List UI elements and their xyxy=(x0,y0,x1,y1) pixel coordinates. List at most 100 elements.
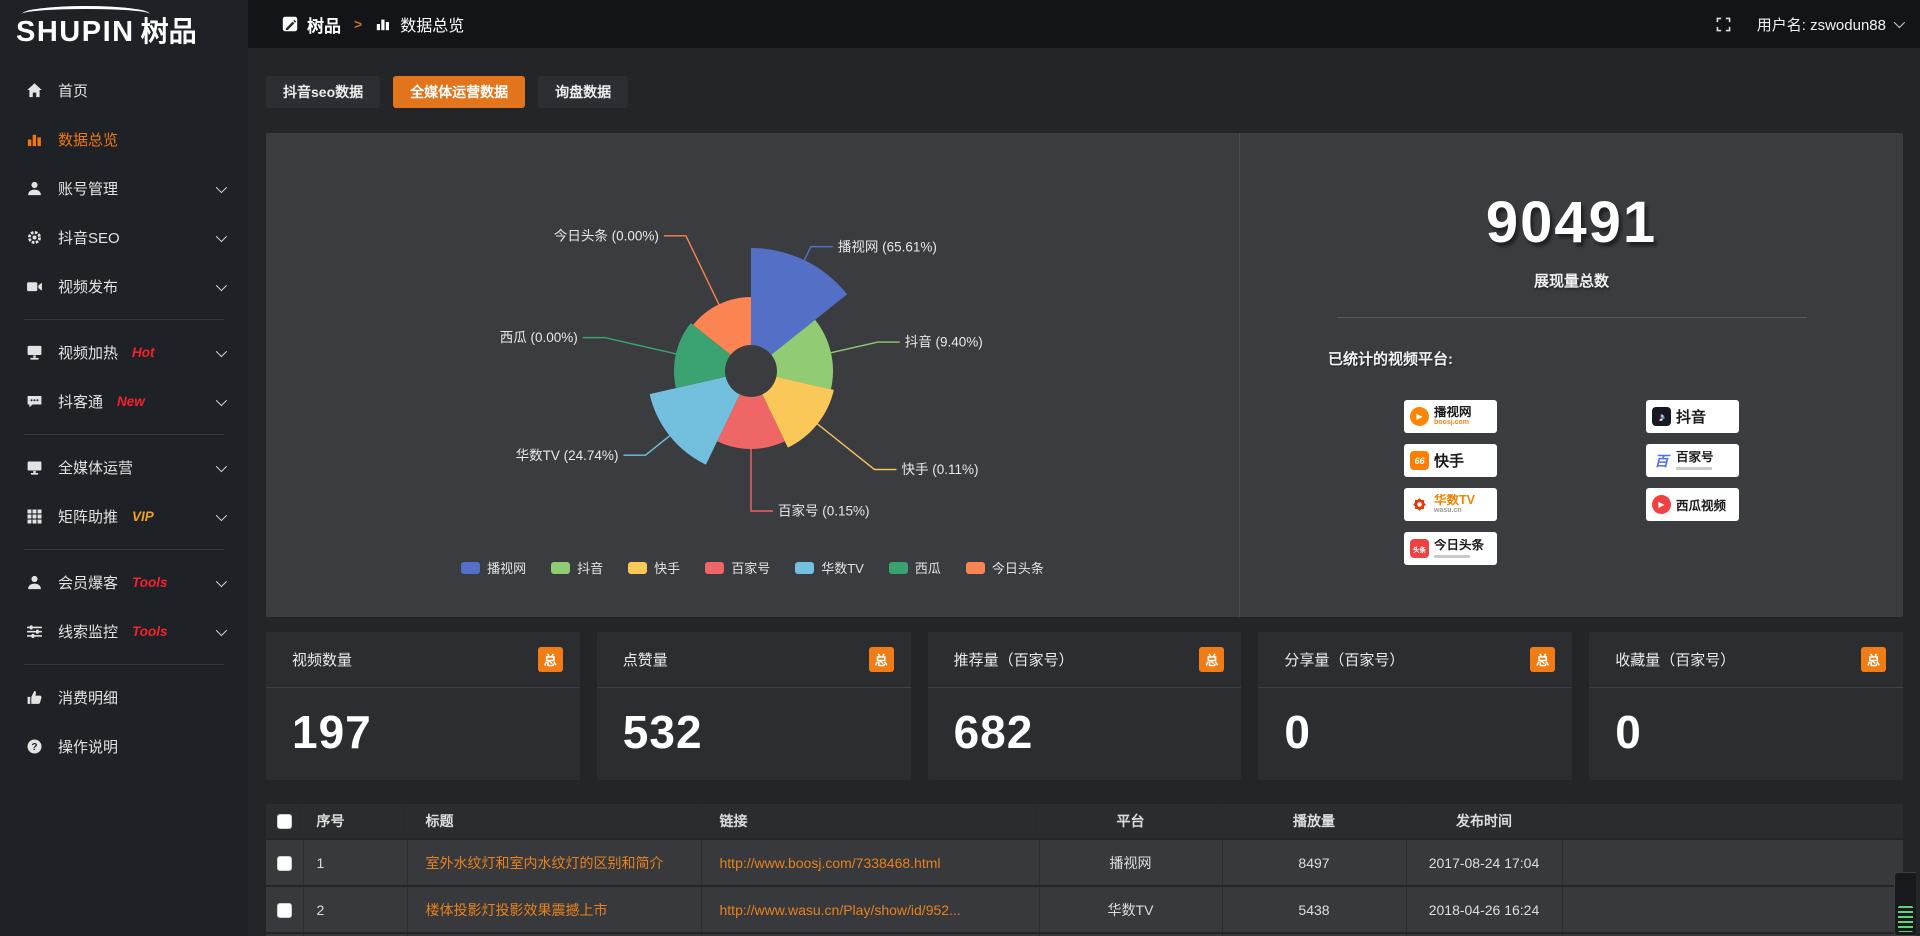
platform-slogan-bar xyxy=(1434,555,1470,558)
video-title-link[interactable]: 室外水纹灯和室内水纹灯的区别和简介 xyxy=(426,855,664,871)
sidebar-item-account-mgmt[interactable]: 账号管理 xyxy=(0,164,248,213)
legend-item-华数TV[interactable]: 华数TV xyxy=(795,558,864,577)
tab-inquiry-data[interactable]: 询盘数据 xyxy=(538,76,628,108)
rose-chart-svg: 播视网 (65.61%)抖音 (9.40%)快手 (0.11%)百家号 (0.1… xyxy=(266,133,1239,577)
breadcrumb-current: 数据总览 xyxy=(400,12,464,36)
kuaishou-logo-icon: 66 xyxy=(1410,451,1429,470)
breadcrumb-root-link[interactable]: 树品 xyxy=(307,12,341,37)
total-badge[interactable]: 总 xyxy=(538,647,563,672)
rose-chart-section: 播视网 (65.61%)抖音 (9.40%)快手 (0.11%)百家号 (0.1… xyxy=(266,133,1239,617)
row-checkbox[interactable] xyxy=(277,856,292,871)
platform-badge-wasu: 华数TVwasu.cn xyxy=(1404,488,1497,521)
cell-plays: 8497 xyxy=(1222,839,1406,886)
video-title-link[interactable]: 楼体投影灯投影效果震撼上市 xyxy=(426,902,608,918)
vip-badge: VIP xyxy=(132,509,154,524)
breadcrumb-separator: > xyxy=(350,16,366,32)
pie-label-leader xyxy=(664,236,720,306)
pie-label-快手: 快手 (0.11%) xyxy=(902,462,979,477)
logo-arc-decoration xyxy=(22,6,150,22)
pie-slice-华数TV[interactable] xyxy=(650,377,740,465)
user-icon xyxy=(26,180,43,197)
sidebar-item-media-ops[interactable]: 全媒体运营 xyxy=(0,443,248,492)
platform-badge-kuaishou: 66 快手 xyxy=(1404,444,1497,477)
legend-item-百家号[interactable]: 百家号 xyxy=(705,558,770,577)
chevron-down-icon xyxy=(216,575,227,586)
platforms-left-column: ▶ 播视网boosj.com 66 快手 华数TVwasu.cn 头条 今日头条 xyxy=(1404,400,1497,565)
cell-no: 1 xyxy=(303,839,407,886)
wasu-logo-icon xyxy=(1410,495,1429,514)
total-badge[interactable]: 总 xyxy=(869,647,894,672)
video-url-link[interactable]: http://www.boosj.com/7338468.html xyxy=(720,855,941,871)
home-icon xyxy=(26,82,43,99)
platform-badge-baijiahao: 百 百家号 xyxy=(1646,444,1739,477)
sidebar-item-label: 首页 xyxy=(58,80,88,101)
legend-label: 今日头条 xyxy=(992,558,1044,577)
sidebar-item-label: 视频发布 xyxy=(58,276,118,297)
legend-label: 百家号 xyxy=(731,558,770,577)
sidebar-item-label: 全媒体运营 xyxy=(58,457,133,478)
chevron-down-icon xyxy=(1894,17,1905,28)
legend-swatch xyxy=(705,562,724,574)
legend-swatch xyxy=(889,562,908,574)
sidebar-item-label: 账号管理 xyxy=(58,178,118,199)
total-badge[interactable]: 总 xyxy=(1199,647,1224,672)
legend-item-快手[interactable]: 快手 xyxy=(628,558,680,577)
cell-plays: 5438 xyxy=(1222,886,1406,933)
total-badge[interactable]: 总 xyxy=(1861,647,1886,672)
total-badge[interactable]: 总 xyxy=(1530,647,1555,672)
baijiahao-logo-icon: 百 xyxy=(1652,451,1671,470)
platform-sub: boosj.com xyxy=(1434,419,1472,426)
app-logo: SHUPIN树品 xyxy=(0,0,248,58)
stat-card-value: 0 xyxy=(1258,688,1572,759)
stat-card-favorites: 收藏量（百家号）总 0 xyxy=(1589,632,1903,780)
nav-divider xyxy=(24,319,224,320)
pie-label-百家号: 百家号 (0.15%) xyxy=(778,503,870,519)
username-text: 用户名: zswodun88 xyxy=(1757,14,1886,35)
sidebar-item-douyin-seo[interactable]: 抖音SEO xyxy=(0,213,248,262)
sidebar-item-expense-detail[interactable]: 消费明细 xyxy=(0,673,248,722)
sidebar-item-lead-monitor[interactable]: 线索监控 Tools xyxy=(0,607,248,656)
impressions-total-label: 展现量总数 xyxy=(1240,270,1903,291)
pie-label-抖音: 抖音 (9.40%) xyxy=(905,334,983,350)
tab-media-ops-data[interactable]: 全媒体运营数据 xyxy=(393,76,525,108)
stat-card-value: 532 xyxy=(597,688,911,759)
video-url-link[interactable]: http://www.wasu.cn/Play/show/id/952... xyxy=(720,902,961,918)
tools-badge: Tools xyxy=(132,575,168,590)
sidebar-item-member-baoke[interactable]: 会员爆客 Tools xyxy=(0,558,248,607)
monitor-icon xyxy=(26,344,43,361)
pie-label-leader xyxy=(829,342,900,353)
fullscreen-icon[interactable] xyxy=(1716,17,1731,32)
sidebar-item-home[interactable]: 首页 xyxy=(0,66,248,115)
xigua-logo-icon: ▶ xyxy=(1652,495,1671,514)
chevron-down-icon xyxy=(216,181,227,192)
legend-item-今日头条[interactable]: 今日头条 xyxy=(966,558,1044,577)
sidebar-nav: 首页 数据总览 账号管理 抖音SEO 视频发布 视频加热 Hot xyxy=(0,58,248,771)
column-header-plays: 播放量 xyxy=(1222,803,1406,839)
sidebar-item-help[interactable]: ? 操作说明 xyxy=(0,722,248,771)
sidebar-item-data-overview[interactable]: 数据总览 xyxy=(0,115,248,164)
row-checkbox[interactable] xyxy=(277,903,292,918)
legend-item-抖音[interactable]: 抖音 xyxy=(551,558,603,577)
platform-sub: wasu.cn xyxy=(1434,507,1475,514)
floating-widget[interactable] xyxy=(1894,872,1916,936)
platforms-title: 已统计的视频平台: xyxy=(1328,348,1903,369)
pie-label-西瓜: 西瓜 (0.00%) xyxy=(500,330,578,345)
chevron-down-icon xyxy=(216,460,227,471)
legend-item-西瓜[interactable]: 西瓜 xyxy=(889,558,941,577)
new-badge: New xyxy=(117,394,145,409)
topbar-right: 用户名: zswodun88 xyxy=(1716,14,1902,35)
user-menu[interactable]: 用户名: zswodun88 xyxy=(1757,14,1902,35)
legend-item-播视网[interactable]: 播视网 xyxy=(461,558,526,577)
douyin-logo-icon: ♪ xyxy=(1652,407,1671,426)
sidebar-item-video-heat[interactable]: 视频加热 Hot xyxy=(0,328,248,377)
stat-card-label: 推荐量（百家号） xyxy=(954,649,1074,670)
sidebar-item-matrix-boost[interactable]: 矩阵助推 VIP xyxy=(0,492,248,541)
platform-slogan-bar xyxy=(1676,467,1712,470)
select-all-checkbox[interactable] xyxy=(277,814,292,829)
tab-douyin-seo-data[interactable]: 抖音seo数据 xyxy=(266,76,380,108)
sidebar-item-doketong[interactable]: 抖客通 New xyxy=(0,377,248,426)
edit-square-icon xyxy=(282,16,298,32)
data-tabs: 抖音seo数据 全媒体运营数据 询盘数据 xyxy=(266,76,1903,108)
sidebar-item-video-publish[interactable]: 视频发布 xyxy=(0,262,248,311)
impressions-total-value: 90491 xyxy=(1240,189,1903,256)
